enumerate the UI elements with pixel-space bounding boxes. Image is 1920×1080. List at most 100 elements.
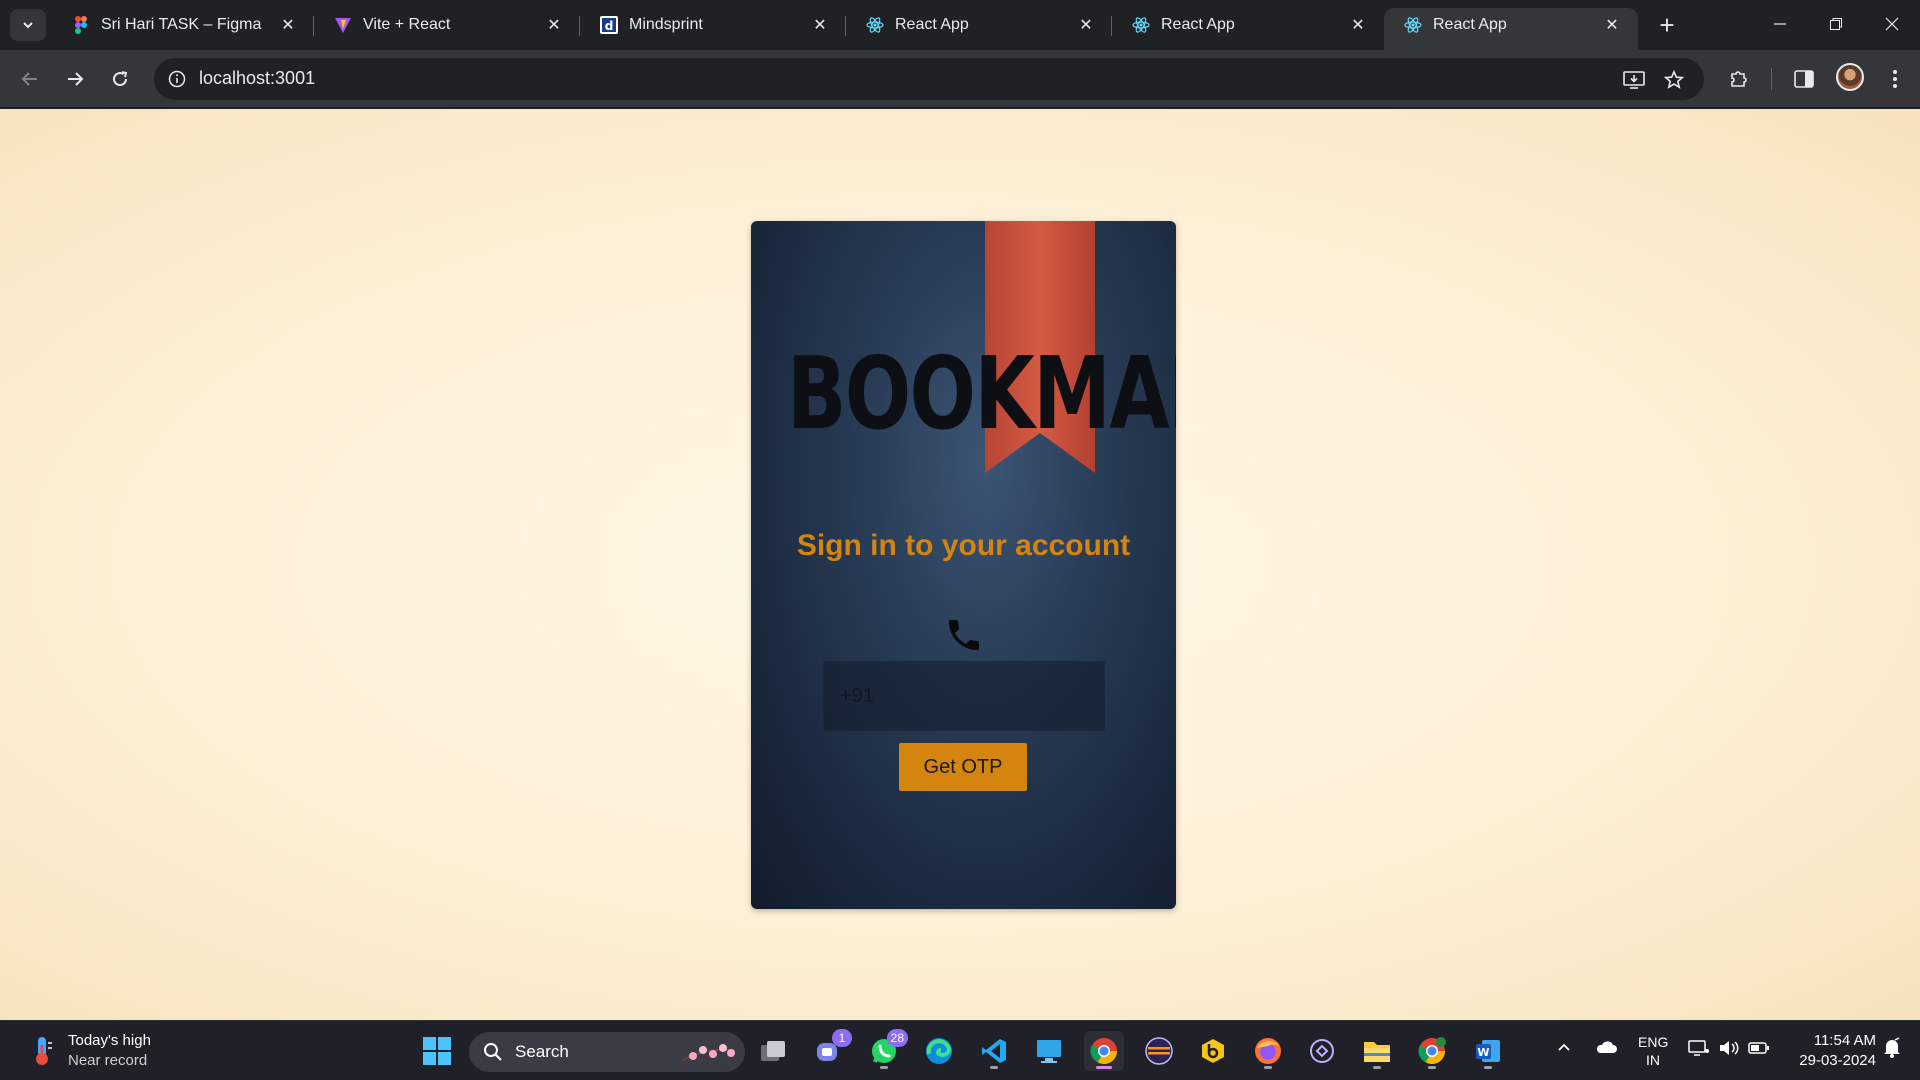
task-view-icon[interactable] (753, 1031, 793, 1071)
restore-button[interactable] (1808, 0, 1864, 48)
clock-date: 29-03-2024 (1799, 1052, 1876, 1069)
close-icon[interactable]: ✕ (810, 15, 830, 35)
page-viewport: BOOKMARK Sign in to your account Get OTP (0, 109, 1920, 1020)
whatsapp-icon[interactable]: 28 (864, 1029, 908, 1071)
minimize-icon (1774, 23, 1786, 25)
side-panel-button[interactable] (1787, 62, 1821, 96)
reload-icon (113, 71, 128, 87)
puzzle-icon (1731, 71, 1747, 87)
close-window-button[interactable] (1864, 0, 1920, 48)
eclipse-icon[interactable] (1139, 1031, 1179, 1071)
tab-title: React App (1433, 16, 1507, 33)
clock-time: 11:54 AM (1813, 1032, 1876, 1049)
close-icon[interactable]: ✕ (1602, 15, 1622, 35)
weather-widget[interactable]: Today's high Near record (28, 1031, 151, 1071)
start-button[interactable] (417, 1031, 457, 1071)
search-label: Search (515, 1042, 569, 1061)
close-icon[interactable]: ✕ (544, 15, 564, 35)
close-icon[interactable]: ✕ (1348, 15, 1368, 35)
phone-icon (949, 620, 979, 650)
onedrive-icon[interactable] (1595, 1039, 1617, 1058)
arrow-left-icon (21, 72, 37, 86)
taskbar-search[interactable]: Search (469, 1032, 745, 1072)
react-icon (866, 16, 884, 34)
extensions-button[interactable] (1722, 62, 1756, 96)
bbs-icon[interactable] (1193, 1031, 1233, 1071)
browser-toolbar: localhost:3001 (0, 50, 1920, 108)
search-icon (484, 1043, 502, 1061)
reload-button[interactable] (103, 62, 137, 96)
close-icon[interactable]: ✕ (278, 15, 298, 35)
url-text: localhost:3001 (199, 68, 316, 88)
tab-react-app-1[interactable]: React App ✕ (846, 8, 1112, 42)
profile-avatar[interactable] (1836, 63, 1864, 91)
settings-app-icon[interactable] (1302, 1031, 1342, 1071)
minimize-button[interactable] (1752, 0, 1808, 48)
firefox-icon[interactable] (1248, 1031, 1288, 1071)
back-button[interactable] (13, 62, 47, 96)
volume-icon[interactable] (1718, 1039, 1740, 1060)
close-icon (1885, 17, 1899, 31)
tab-title: React App (895, 16, 969, 33)
login-card: BOOKMARK Sign in to your account Get OTP (751, 221, 1176, 909)
bookmark-star-icon[interactable] (1660, 66, 1688, 94)
install-app-icon[interactable] (1620, 66, 1648, 94)
file-explorer-icon[interactable] (1357, 1031, 1397, 1071)
network-icon[interactable] (1688, 1039, 1710, 1060)
notification-bell-icon[interactable] (1882, 1037, 1902, 1062)
battery-icon[interactable] (1748, 1039, 1770, 1060)
tab-react-app-2[interactable]: React App ✕ (1112, 8, 1384, 42)
chrome-profile-icon[interactable] (1412, 1031, 1452, 1071)
arrow-right-icon (68, 72, 84, 86)
tab-title: Mindsprint (629, 16, 703, 33)
side-panel-icon (1794, 70, 1814, 88)
teams-badge: 1 (832, 1029, 852, 1047)
tab-title: Vite + React (363, 16, 451, 33)
edge-icon[interactable] (919, 1031, 959, 1071)
phone-number-input[interactable] (823, 661, 1105, 731)
show-hidden-icons-button[interactable] (1556, 1039, 1572, 1058)
windows-taskbar: Today's high Near record Search 1 28 W E… (0, 1020, 1920, 1080)
svg-text:d: d (605, 19, 614, 33)
whatsapp-badge: 28 (886, 1029, 908, 1047)
site-info-icon[interactable] (166, 68, 188, 90)
tab-vite[interactable]: Vite + React ✕ (314, 8, 580, 42)
thermometer-icon (36, 1037, 52, 1065)
get-otp-button[interactable]: Get OTP (899, 743, 1027, 791)
forward-button[interactable] (58, 62, 92, 96)
restore-icon (1830, 18, 1842, 30)
tab-search-button[interactable] (10, 9, 46, 41)
tab-title: Sri Hari TASK – Figma (101, 16, 262, 33)
bookmark-logo: BOOKMARK (787, 335, 1176, 452)
system-clock[interactable]: 11:54 AM 29-03-2024 (1786, 1031, 1876, 1071)
chevron-up-icon (1558, 1043, 1570, 1051)
language-indicator[interactable]: ENG IN (1638, 1033, 1668, 1069)
react-icon (1404, 16, 1422, 34)
address-bar[interactable]: localhost:3001 (154, 58, 1704, 100)
mindsprint-icon: d (600, 16, 618, 34)
menu-button[interactable] (1878, 62, 1912, 96)
page-title: Sign in to your account (796, 529, 1131, 562)
chrome-icon[interactable] (1084, 1031, 1124, 1071)
cherry-blossom-icon (682, 1044, 736, 1061)
new-tab-button[interactable]: + (1652, 10, 1682, 40)
tab-title: React App (1161, 16, 1235, 33)
tab-figma[interactable]: Sri Hari TASK – Figma ✕ (52, 8, 314, 42)
react-icon (1132, 16, 1150, 34)
chevron-down-icon (23, 22, 33, 29)
vscode-icon[interactable] (974, 1031, 1014, 1071)
weather-title: Today's high (68, 1032, 151, 1049)
teams-icon[interactable]: 1 (808, 1029, 852, 1071)
word-icon[interactable]: W (1468, 1031, 1508, 1071)
close-icon[interactable]: ✕ (1076, 15, 1096, 35)
tab-mindsprint[interactable]: d Mindsprint ✕ (580, 8, 846, 42)
vite-icon (334, 16, 352, 34)
browser-tab-strip: Sri Hari TASK – Figma ✕ Vite + React ✕ d… (0, 0, 1920, 50)
svg-text:W: W (1477, 1046, 1489, 1059)
tab-react-app-active[interactable]: React App ✕ (1384, 8, 1638, 50)
weather-subtitle: Near record (68, 1052, 148, 1069)
windows-logo-icon (423, 1037, 451, 1065)
figma-icon (72, 16, 90, 34)
more-vert-icon (1893, 70, 1897, 88)
remote-desktop-icon[interactable] (1029, 1031, 1069, 1071)
